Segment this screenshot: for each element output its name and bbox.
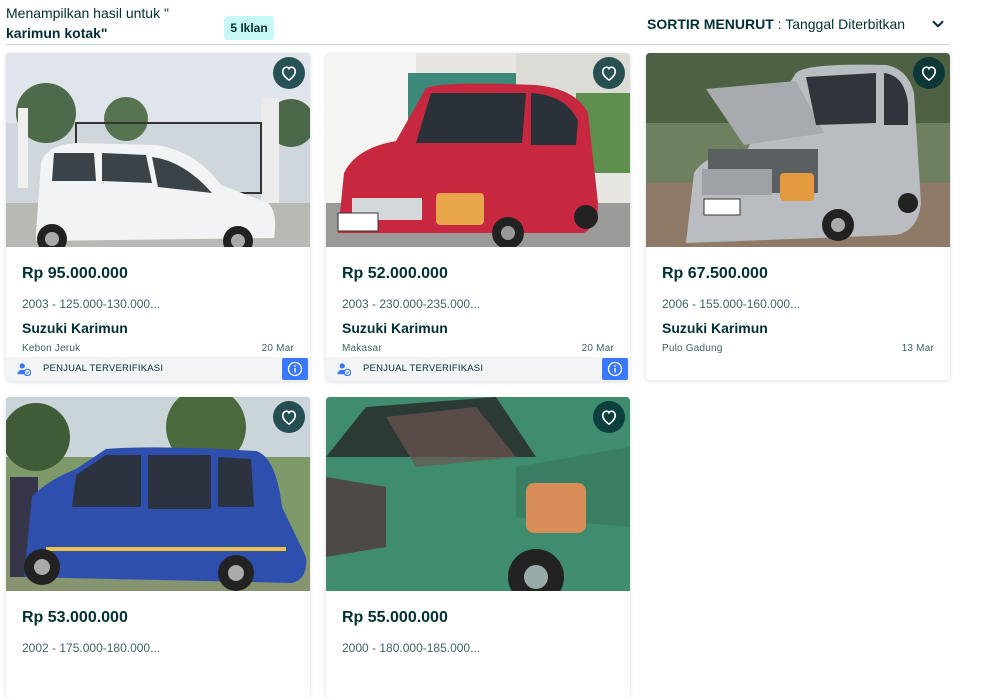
heart-outline-icon bbox=[921, 66, 937, 82]
info-button[interactable] bbox=[602, 358, 628, 380]
search-query: karimun kotak" bbox=[6, 25, 108, 41]
listing-price: Rp 67.500.000 bbox=[662, 265, 768, 282]
ads-count-badge: 5 Iklan bbox=[224, 16, 274, 40]
heart-outline-icon bbox=[601, 66, 617, 82]
verified-seller-banner: PENJUAL TERVERIFIKASI bbox=[6, 357, 310, 381]
listing-photo[interactable] bbox=[646, 53, 950, 247]
sort-label: SORTIR MENURUT bbox=[647, 16, 774, 32]
heart-outline-icon bbox=[281, 410, 297, 426]
verified-user-icon bbox=[17, 363, 31, 376]
verified-seller-banner: PENJUAL TERVERIFIKASI bbox=[326, 357, 630, 381]
listing-year-mileage: 2000 - 180.000-185.000... bbox=[342, 641, 481, 655]
heart-outline-icon bbox=[601, 410, 617, 426]
chevron-down-icon[interactable] bbox=[929, 15, 947, 33]
listing-year-mileage: 2003 - 125.000-130.000... bbox=[22, 297, 161, 311]
sort-selector[interactable]: SORTIR MENURUT : Tanggal Diterbitkan bbox=[647, 15, 905, 33]
info-icon bbox=[287, 361, 303, 377]
listing-photo[interactable] bbox=[6, 53, 310, 247]
favorite-button[interactable] bbox=[273, 401, 305, 433]
listing-photo[interactable] bbox=[326, 397, 630, 591]
listing-card[interactable]: Rp 55.000.000 2000 - 180.000-185.000... bbox=[326, 397, 630, 697]
listing-year-mileage: 2006 - 155.000-160.000... bbox=[662, 297, 801, 311]
verified-seller-label: PENJUAL TERVERIFIKASI bbox=[363, 363, 484, 374]
favorite-button[interactable] bbox=[593, 401, 625, 433]
favorite-button[interactable] bbox=[593, 57, 625, 89]
listing-date: 20 Mar bbox=[261, 343, 294, 354]
listing-price: Rp 95.000.000 bbox=[22, 265, 128, 282]
listing-card[interactable]: Rp 67.500.000 2006 - 155.000-160.000... … bbox=[646, 53, 950, 380]
listing-title[interactable]: Suzuki Karimun bbox=[22, 320, 128, 336]
listing-photo[interactable] bbox=[326, 53, 630, 247]
results-heading: Menampilkan hasil untuk " karimun kotak" bbox=[6, 3, 169, 43]
listing-year-mileage: 2003 - 230.000-235.000... bbox=[342, 297, 481, 311]
heart-outline-icon bbox=[281, 66, 297, 82]
listing-title[interactable]: Suzuki Karimun bbox=[342, 320, 448, 336]
listing-date: 20 Mar bbox=[581, 343, 614, 354]
listing-card[interactable]: Rp 52.000.000 2003 - 230.000-235.000... … bbox=[326, 53, 630, 381]
listing-price: Rp 52.000.000 bbox=[342, 265, 448, 282]
info-icon bbox=[607, 361, 623, 377]
favorite-button[interactable] bbox=[913, 57, 945, 89]
listing-card[interactable]: Rp 53.000.000 2002 - 175.000-180.000... bbox=[6, 397, 310, 697]
listing-card[interactable]: Rp 95.000.000 2003 - 125.000-130.000... … bbox=[6, 53, 310, 381]
verified-user-icon bbox=[337, 363, 351, 376]
listing-title[interactable]: Suzuki Karimun bbox=[662, 320, 768, 336]
sort-value: : Tanggal Diterbitkan bbox=[773, 16, 906, 32]
listing-location: Pulo Gadung bbox=[662, 343, 723, 354]
results-prefix: Menampilkan hasil untuk " bbox=[6, 5, 169, 21]
listing-location: Makasar bbox=[342, 343, 382, 354]
listing-year-mileage: 2002 - 175.000-180.000... bbox=[22, 641, 161, 655]
header-divider bbox=[6, 44, 950, 45]
listing-date: 13 Mar bbox=[901, 343, 934, 354]
listing-location: Kebon Jeruk bbox=[22, 343, 81, 354]
listing-photo[interactable] bbox=[6, 397, 310, 591]
favorite-button[interactable] bbox=[273, 57, 305, 89]
verified-seller-label: PENJUAL TERVERIFIKASI bbox=[43, 363, 164, 374]
listing-price: Rp 53.000.000 bbox=[22, 609, 128, 626]
info-button[interactable] bbox=[282, 358, 308, 380]
listing-price: Rp 55.000.000 bbox=[342, 609, 448, 626]
